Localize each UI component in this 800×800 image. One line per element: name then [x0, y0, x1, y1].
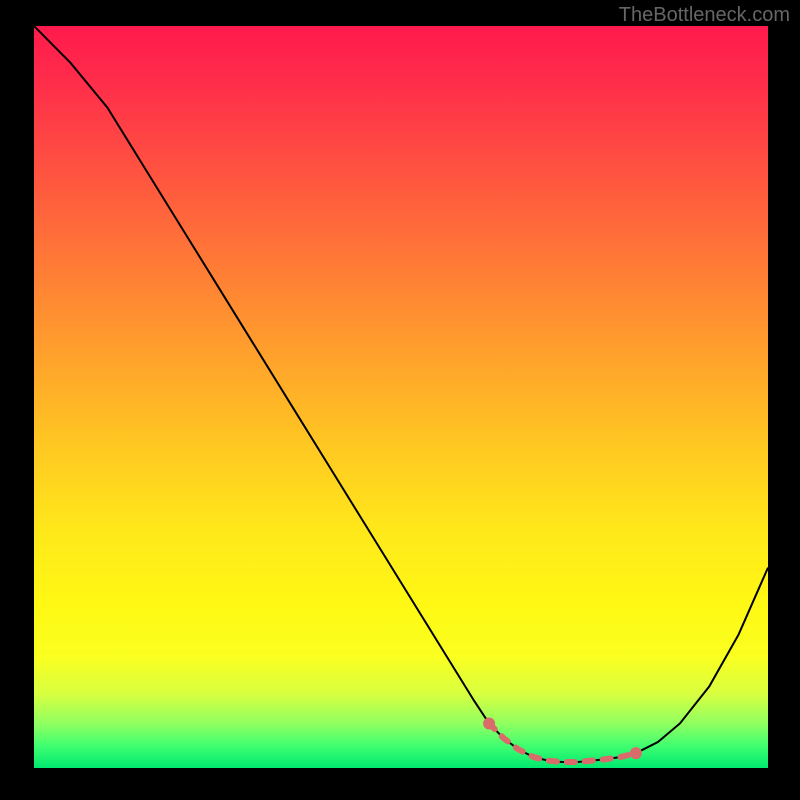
- watermark-text: TheBottleneck.com: [619, 4, 790, 27]
- chart-svg: [34, 26, 768, 768]
- plot-area: [34, 26, 768, 768]
- main-curve-line: [34, 26, 768, 762]
- highlight-start-dot: [483, 717, 495, 729]
- highlight-end-dot: [630, 747, 642, 759]
